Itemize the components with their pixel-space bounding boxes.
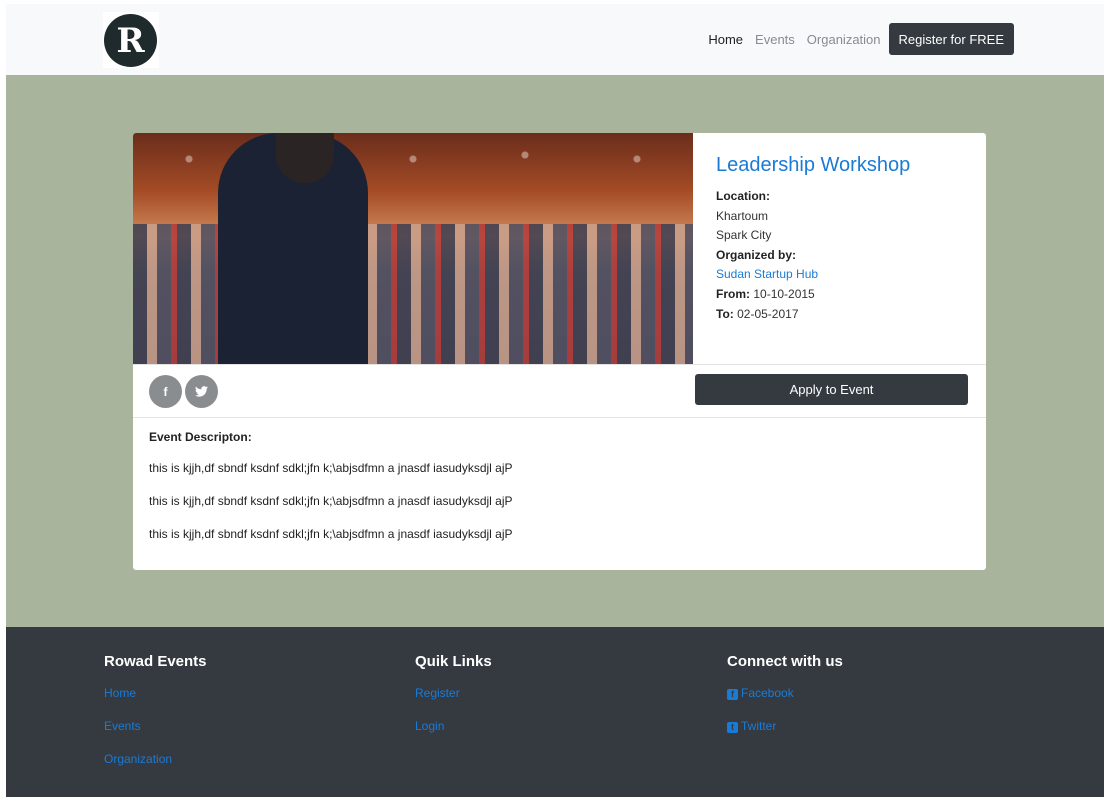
location-city: Khartoum <box>716 208 769 223</box>
footer: Rowad Events Home Events Organization Qu… <box>6 627 1104 797</box>
footer-link-register[interactable]: Register <box>415 684 492 703</box>
description-line: this is kjjh,df sbndf ksdnf sdkl;jfn k;\… <box>149 494 513 508</box>
footer-title: Connect with us <box>727 653 843 670</box>
divider <box>133 417 986 418</box>
description-title: Event Descripton: <box>149 430 252 444</box>
twitter-share-icon[interactable] <box>185 375 218 408</box>
nav-home[interactable]: Home <box>702 32 749 47</box>
event-description: Event Descripton: this is kjjh,df sbndf … <box>149 430 513 557</box>
apply-button[interactable]: Apply to Event <box>695 374 968 405</box>
image-lights <box>133 143 693 183</box>
to-date: 02-05-2017 <box>737 306 799 321</box>
nav-links: Home Events Organization Register for FR… <box>702 23 1014 55</box>
location-label: Location: <box>716 189 770 203</box>
organized-label: Organized by: <box>716 247 797 262</box>
main-section: Leadership Workshop Location: Khartoum S… <box>6 75 1104 627</box>
footer-title: Rowad Events <box>104 653 207 670</box>
to-label: To: <box>716 306 734 321</box>
brand-logo[interactable]: R <box>104 14 157 67</box>
description-line: this is kjjh,df sbndf ksdnf sdkl;jfn k;\… <box>149 461 513 475</box>
footer-col-quick-links: Quik Links Register Login <box>415 653 492 750</box>
image-audience <box>133 224 693 364</box>
event-title: Leadership Workshop <box>716 154 911 176</box>
register-button[interactable]: Register for FREE <box>888 23 1014 55</box>
footer-link-events[interactable]: Events <box>104 717 207 736</box>
footer-link-login[interactable]: Login <box>415 717 492 736</box>
footer-link-organization[interactable]: Organization <box>104 750 207 769</box>
twitter-bird-icon <box>195 386 208 397</box>
footer-link-facebook[interactable]: f Facebook <box>727 684 843 703</box>
from-label: From: <box>716 286 750 301</box>
footer-title: Quik Links <box>415 653 492 670</box>
event-card: Leadership Workshop Location: Khartoum S… <box>133 133 986 570</box>
social-buttons: f <box>149 375 218 408</box>
navbar: R Home Events Organization Register for … <box>6 4 1104 75</box>
facebook-share-icon[interactable]: f <box>149 375 182 408</box>
footer-col-connect: Connect with us f Facebook t Twitter <box>727 653 843 750</box>
footer-col-rowad: Rowad Events Home Events Organization <box>104 653 207 783</box>
footer-link-twitter[interactable]: t Twitter <box>727 717 843 736</box>
nav-organization[interactable]: Organization <box>801 32 887 47</box>
location-place: Spark City <box>716 228 772 243</box>
organizer-link[interactable]: Sudan Startup Hub <box>716 265 976 285</box>
twitter-icon: t <box>727 722 738 733</box>
nav-events[interactable]: Events <box>749 32 801 47</box>
footer-link-label: Twitter <box>741 719 777 733</box>
event-info: Leadership Workshop Location: Khartoum S… <box>716 153 976 324</box>
footer-link-home[interactable]: Home <box>104 684 207 703</box>
divider <box>133 364 986 365</box>
event-image <box>133 133 693 364</box>
from-date: 10-10-2015 <box>753 286 815 301</box>
footer-link-label: Facebook <box>741 686 794 700</box>
description-line: this is kjjh,df sbndf ksdnf sdkl;jfn k;\… <box>149 527 513 541</box>
facebook-icon: f <box>727 689 738 700</box>
page: R Home Events Organization Register for … <box>6 4 1104 797</box>
